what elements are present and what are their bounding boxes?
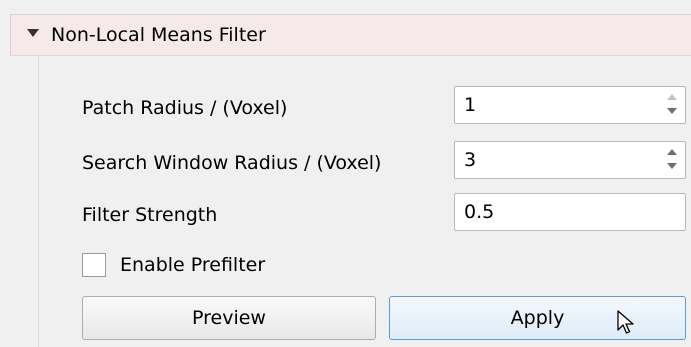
patch-radius-spinbox[interactable]: 1 — [454, 86, 686, 124]
section-header[interactable]: Non-Local Means Filter — [10, 14, 691, 56]
filter-strength-label: Filter Strength — [82, 204, 218, 226]
search-window-radius-label: Search Window Radius / (Voxel) — [82, 152, 382, 174]
filter-strength-input[interactable]: 0.5 — [454, 193, 686, 231]
spinbox-arrows-icon[interactable] — [665, 147, 679, 173]
filter-strength-value: 0.5 — [464, 201, 495, 223]
spin-down-icon[interactable] — [667, 108, 677, 114]
collapse-triangle-icon[interactable] — [27, 29, 39, 37]
enable-prefilter-label[interactable]: Enable Prefilter — [120, 254, 265, 276]
apply-button[interactable]: Apply — [389, 296, 686, 340]
spin-up-icon[interactable] — [667, 149, 677, 155]
mouse-pointer-icon — [617, 310, 634, 334]
spin-up-icon[interactable] — [667, 94, 677, 100]
filter-panel: Non-Local Means Filter Patch Radius / (V… — [0, 0, 691, 347]
patch-radius-value: 1 — [464, 94, 477, 116]
preview-button[interactable]: Preview — [82, 296, 376, 340]
enable-prefilter-checkbox[interactable] — [82, 253, 106, 277]
patch-radius-label: Patch Radius / (Voxel) — [82, 97, 288, 119]
spinbox-arrows-icon[interactable] — [665, 92, 679, 118]
section-title: Non-Local Means Filter — [51, 24, 266, 46]
search-window-radius-spinbox[interactable]: 3 — [454, 141, 686, 179]
spin-down-icon[interactable] — [667, 163, 677, 169]
search-window-radius-value: 3 — [464, 149, 477, 171]
